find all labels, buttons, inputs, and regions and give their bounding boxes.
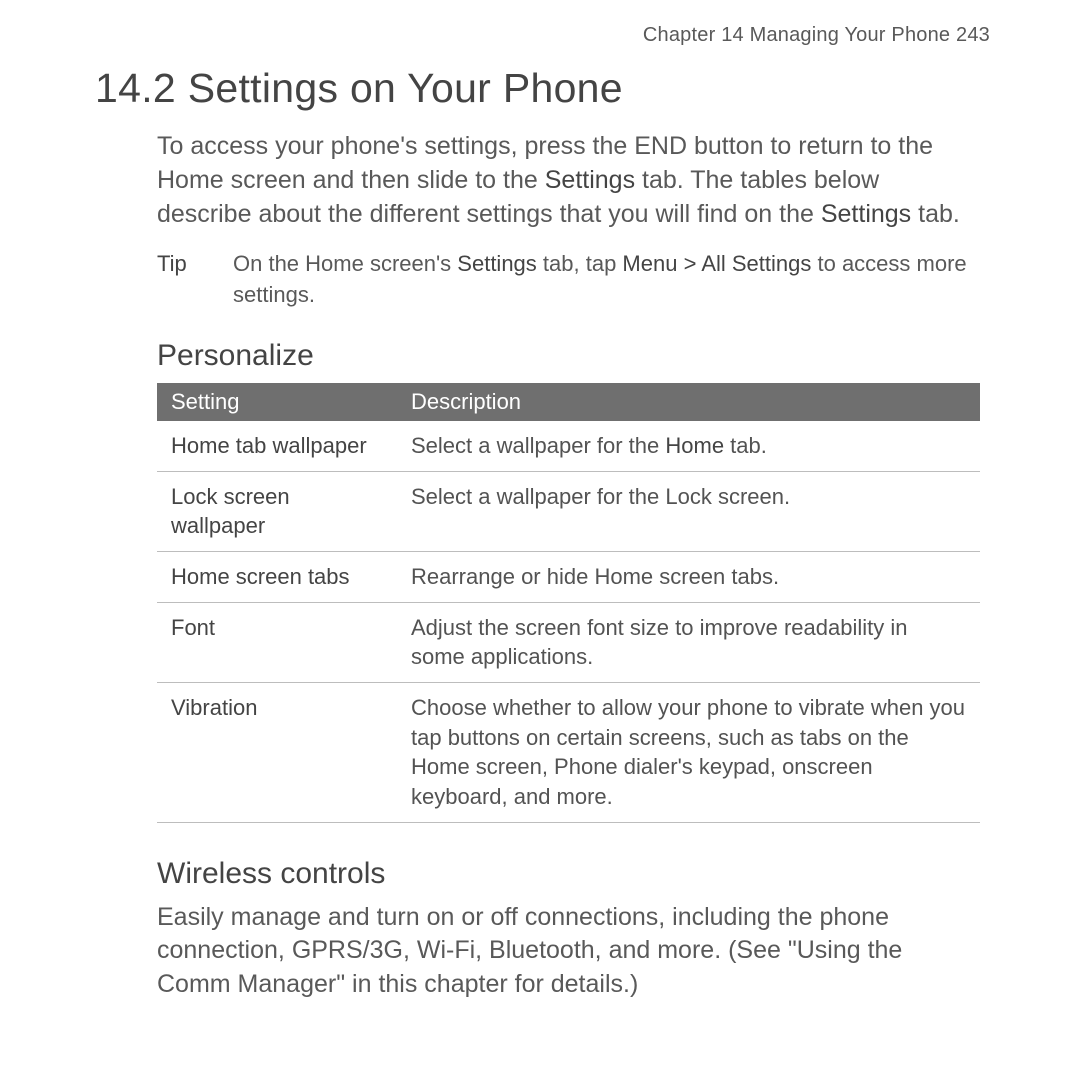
table-row: Vibration Choose whether to allow your p… (157, 682, 980, 822)
intro-strong-settings-1: Settings (545, 166, 635, 194)
setting-name: Home screen tabs (157, 551, 397, 602)
page-number: 243 (956, 24, 990, 46)
page-container: Chapter 14 Managing Your Phone 243 14.2 … (0, 0, 1080, 1042)
table-header-description: Description (397, 383, 980, 421)
desc-a: Rearrange or hide Home screen tabs. (411, 564, 779, 589)
tip-text-3: tab, tap (537, 251, 623, 276)
setting-description: Choose whether to allow your phone to vi… (397, 682, 980, 822)
personalize-heading: Personalize (157, 339, 980, 373)
intro-strong-settings-2: Settings (821, 200, 911, 228)
tip-strong-settings: Settings (457, 251, 537, 276)
desc-a: Choose whether to allow your phone to vi… (411, 695, 965, 809)
setting-name: Vibration (157, 682, 397, 822)
table-header-row: Setting Description (157, 383, 980, 421)
body-block: To access your phone's settings, press t… (95, 130, 990, 1002)
tip-label: Tip (157, 249, 233, 311)
table-row: Font Adjust the screen font size to impr… (157, 602, 980, 682)
page-header: Chapter 14 Managing Your Phone 243 (95, 24, 990, 47)
table-row: Home screen tabs Rearrange or hide Home … (157, 551, 980, 602)
intro-text-e: tab. (911, 200, 960, 228)
section-number: 14.2 (95, 65, 176, 111)
tip-text-1: On the Home screen's (233, 251, 457, 276)
table-row: Lock screen wallpaper Select a wallpaper… (157, 471, 980, 551)
setting-name: Home tab wallpaper (157, 421, 397, 471)
setting-name: Font (157, 602, 397, 682)
tip-block: Tip On the Home screen's Settings tab, t… (157, 249, 980, 311)
table-row: Home tab wallpaper Select a wallpaper fo… (157, 421, 980, 471)
desc-c: tab. (724, 433, 767, 458)
desc-a: Select a wallpaper for the (411, 433, 665, 458)
setting-description: Rearrange or hide Home screen tabs. (397, 551, 980, 602)
setting-description: Adjust the screen font size to improve r… (397, 602, 980, 682)
table-header-setting: Setting (157, 383, 397, 421)
section-heading: 14.2 Settings on Your Phone (95, 65, 990, 112)
setting-name: Lock screen wallpaper (157, 471, 397, 551)
desc-b-strong: Home (665, 433, 724, 458)
desc-a: Adjust the screen font size to improve r… (411, 615, 907, 670)
section-title-text: Settings on Your Phone (188, 65, 623, 111)
wireless-body: Easily manage and turn on or off connect… (157, 901, 980, 1002)
desc-a: Select a wallpaper for the Lock screen. (411, 484, 790, 509)
setting-description: Select a wallpaper for the Home tab. (397, 421, 980, 471)
tip-strong-menu: Menu > All Settings (622, 251, 811, 276)
chapter-label: Chapter 14 Managing Your Phone (643, 24, 950, 46)
wireless-heading: Wireless controls (157, 857, 980, 891)
personalize-table: Setting Description Home tab wallpaper S… (157, 383, 980, 823)
setting-description: Select a wallpaper for the Lock screen. (397, 471, 980, 551)
tip-body: On the Home screen's Settings tab, tap M… (233, 249, 980, 311)
intro-paragraph: To access your phone's settings, press t… (157, 130, 980, 231)
